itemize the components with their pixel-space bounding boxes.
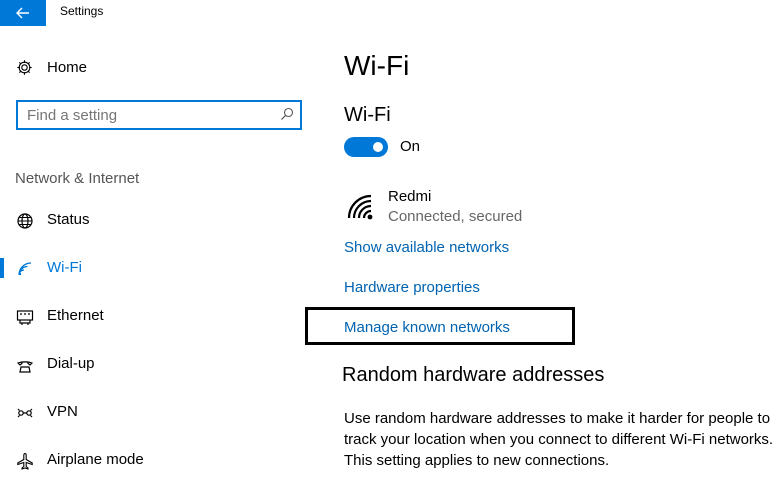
section-label: Network & Internet [15, 170, 140, 187]
hardware-properties-link[interactable]: Hardware properties [344, 279, 480, 296]
sidebar: Home Network & Internet Status Wi-Fi Eth… [0, 26, 320, 486]
sidebar-item-label: Dial-up [47, 355, 95, 372]
gear-icon [17, 60, 32, 75]
globe-icon [17, 213, 33, 229]
back-arrow-icon [16, 7, 29, 19]
page-title: Wi-Fi [344, 50, 410, 81]
wifi-section-title: Wi-Fi [344, 104, 391, 126]
search-input[interactable] [27, 106, 272, 124]
network-name: Redmi [388, 188, 432, 205]
sidebar-item-status[interactable]: Status [0, 203, 300, 237]
main-content: Wi-Fi Wi-Fi On Redmi Connected, secured … [330, 26, 781, 486]
search-box[interactable] [16, 100, 302, 130]
sidebar-home-label: Home [47, 59, 88, 76]
sidebar-item-label: Wi-Fi [47, 259, 82, 276]
wifi-icon [18, 262, 32, 276]
back-button[interactable] [0, 0, 46, 26]
vpn-icon [17, 408, 33, 418]
network-status: Connected, secured [388, 208, 523, 225]
toggle-knob [373, 142, 383, 152]
sidebar-item-wifi[interactable]: Wi-Fi [0, 251, 300, 285]
sidebar-home[interactable]: Home [16, 59, 87, 76]
sidebar-item-vpn[interactable]: VPN [0, 395, 300, 429]
sidebar-item-ethernet[interactable]: Ethernet [0, 299, 300, 333]
sidebar-item-label: Status [47, 211, 90, 228]
sidebar-item-label: VPN [47, 403, 78, 420]
highlight-box [305, 307, 575, 345]
sidebar-item-dialup[interactable]: Dial-up [0, 347, 300, 381]
wifi-toggle-label: On [400, 138, 421, 155]
app-title: Settings [60, 4, 104, 18]
random-hw-description: Use random hardware addresses to make it… [344, 410, 774, 469]
sidebar-item-airplane-mode[interactable]: Airplane mode [0, 443, 300, 477]
search-icon [281, 107, 294, 120]
dialup-icon [16, 361, 34, 373]
wifi-signal-icon [347, 194, 373, 220]
title-bar: Settings [0, 0, 781, 26]
show-available-networks-link[interactable]: Show available networks [344, 239, 509, 256]
sidebar-item-label: Ethernet [47, 307, 104, 324]
active-indicator [0, 258, 4, 278]
random-hw-title: Random hardware addresses [342, 364, 605, 386]
ethernet-icon [16, 310, 34, 325]
sidebar-item-label: Airplane mode [47, 451, 144, 468]
wifi-toggle[interactable] [344, 137, 388, 157]
airplane-icon [17, 452, 33, 470]
